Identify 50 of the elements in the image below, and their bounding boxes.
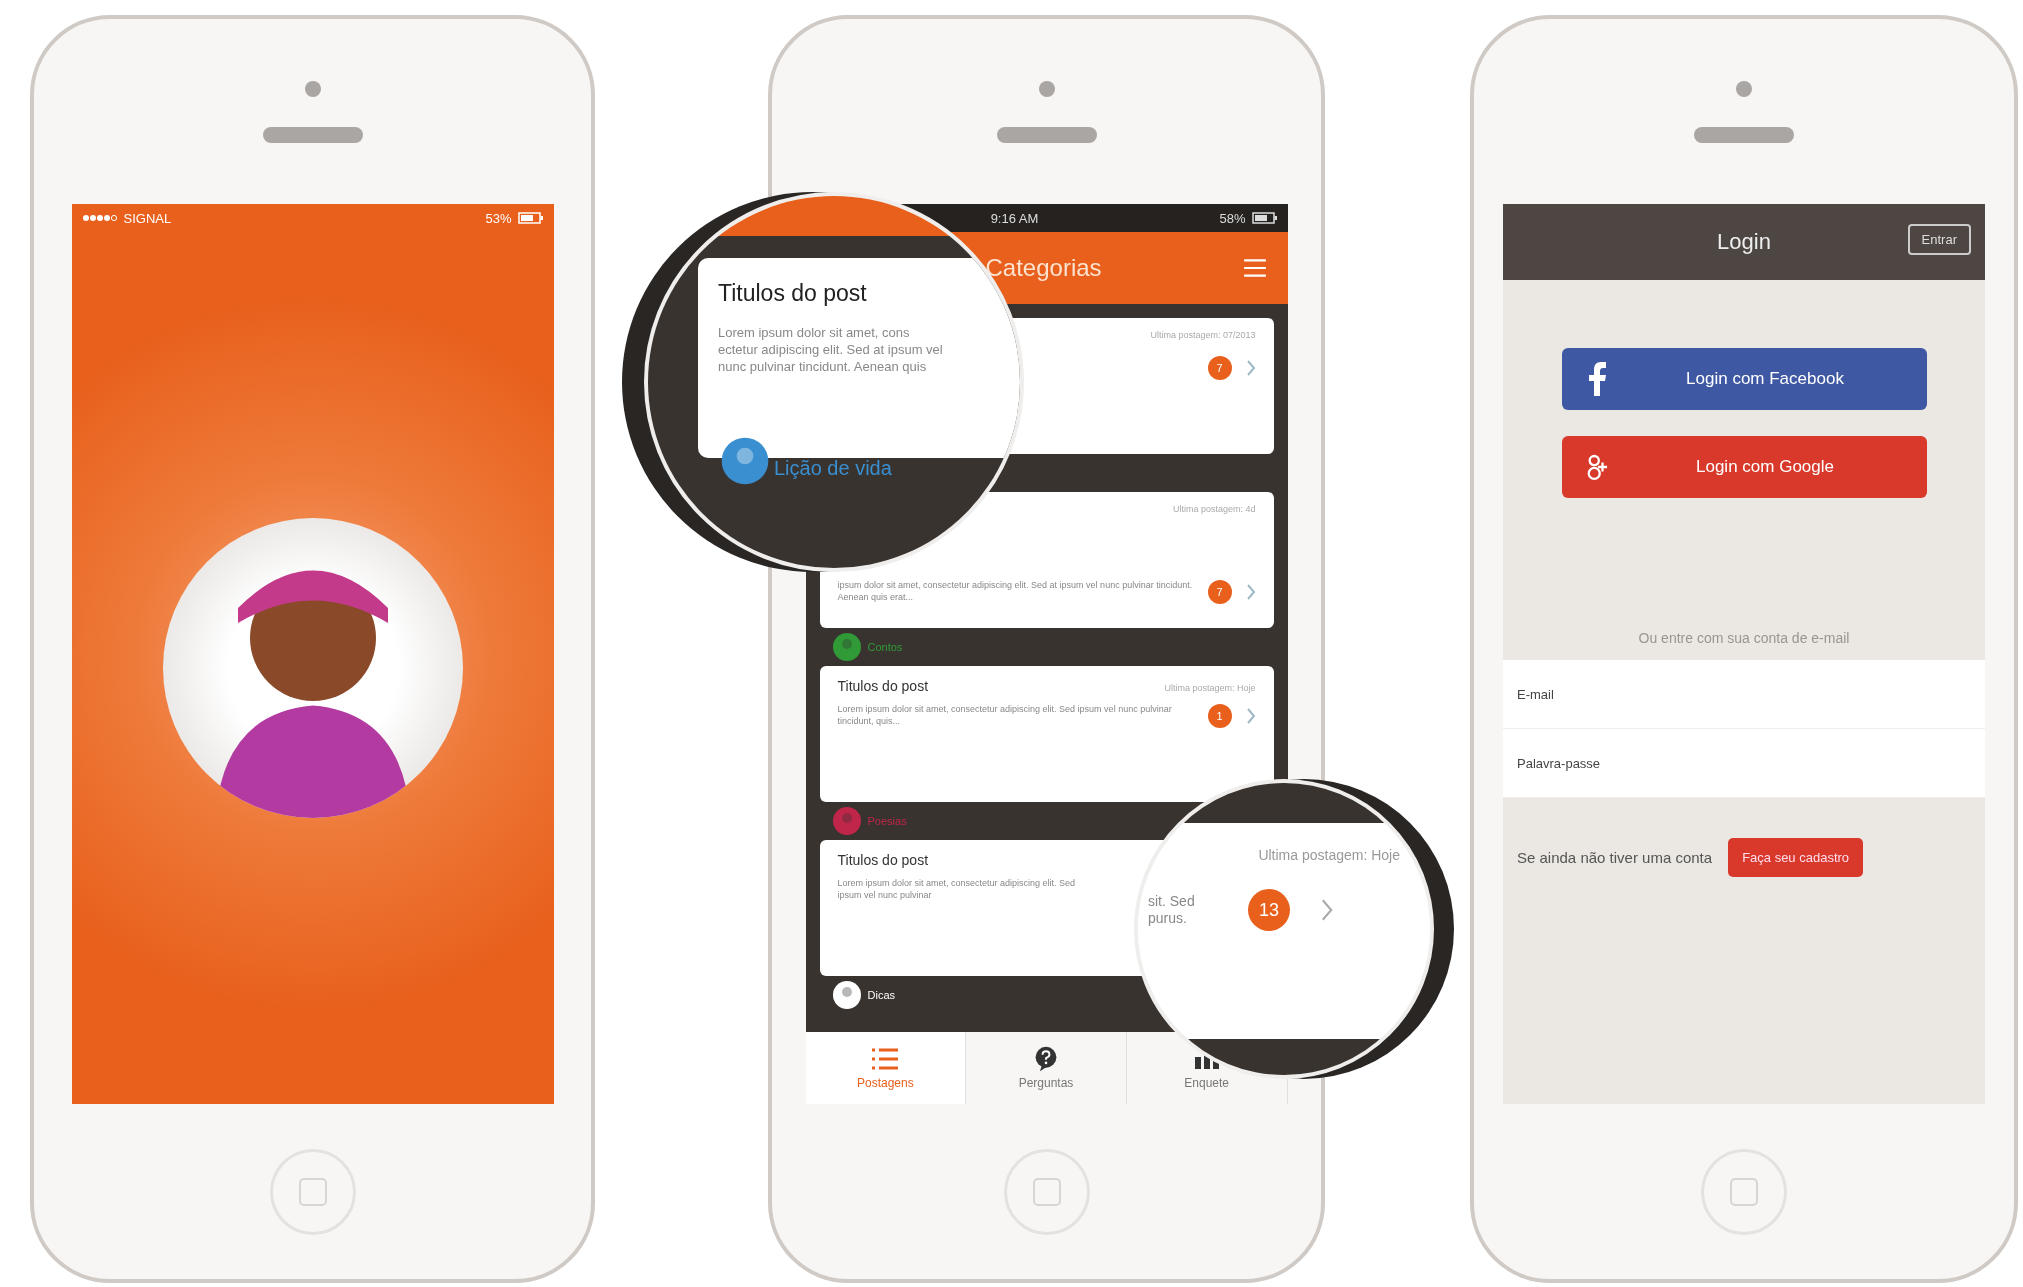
chevron-right-icon[interactable] (1245, 359, 1256, 377)
chevron-right-icon[interactable] (1245, 707, 1256, 725)
post-excerpt: ipsum dolor sit amet, consectetur adipiscing elit. Sed at ipsum vel nunc pulvinar tincidunt. Aenean quis erat... (837, 580, 1194, 604)
email-login-hint: Ou entre com sua conta de e-mail (1637, 629, 1851, 648)
category-label: Dicas (867, 989, 895, 1001)
camera-dot (304, 80, 321, 97)
camera-dot (1736, 80, 1752, 97)
menu-icon[interactable] (1241, 257, 1268, 279)
carrier-name: SIGNAL (123, 210, 172, 226)
camera-dot (1038, 80, 1055, 97)
tab[interactable]: Postagens (805, 1032, 967, 1104)
signal-icon (81, 214, 118, 222)
post-date: Ultima postagem: Hoje (1164, 683, 1256, 693)
post-date: Ultima postagem: 4d (1172, 504, 1256, 514)
home-button[interactable] (269, 1148, 356, 1235)
signup-prompt: Se ainda não tiver uma conta (1517, 849, 1713, 866)
battery-percent: 58% (1219, 210, 1246, 226)
home-button[interactable] (1003, 1148, 1090, 1235)
enter-button[interactable]: Entrar (1907, 224, 1971, 255)
field-label: Palavra-passe (1517, 755, 1602, 771)
post-title: Titulos do post (837, 678, 929, 694)
signup-button[interactable]: Faça seu cadastro (1728, 838, 1864, 877)
category-label: Lição de vida (774, 456, 892, 480)
count-badge: 7 (1207, 580, 1232, 604)
header-title: Login (1717, 229, 1771, 255)
category-label: Contos (867, 641, 903, 653)
chevron-right-icon[interactable] (1245, 583, 1256, 601)
header-title: Categorias (985, 254, 1103, 282)
count-badge: 13 (1248, 889, 1290, 931)
post-excerpt: sit. Sed purus. (1148, 893, 1196, 927)
battery-icon (1251, 212, 1278, 224)
count-badge: 7 (1207, 356, 1232, 380)
chevron-right-icon[interactable] (1320, 897, 1334, 923)
google-login-button[interactable]: Login com Google (1561, 436, 1927, 498)
post-title: Titulos do post (718, 280, 868, 307)
category-label: Poesias (867, 815, 907, 827)
post-excerpt: Lorem ipsum dolor sit amet, consectetur adipiscing elit. Sed ipsum vel nunc pulvinar (837, 878, 1077, 902)
field-label: E-mail (1517, 686, 1555, 702)
tab[interactable]: Perguntas (966, 1032, 1127, 1104)
count-badge: 1 (1207, 704, 1232, 728)
status-time: 9:16 AM (990, 210, 1039, 226)
post-card[interactable]: Titulos do post Ultima postagem: Hoje Lorem ipsum dolor sit amet, consectetur adipiscing elit. Sed ipsum vel nunc pulvinar tincidunt, quis... 1 (819, 666, 1274, 802)
facebook-login-button[interactable]: Login com Facebook (1561, 348, 1927, 410)
post-title: Titulos do post (837, 852, 929, 868)
home-button[interactable] (1701, 1148, 1787, 1235)
post-excerpt: Lorem ipsum dolor sit amet, consectetur adipiscing elit. Sed ipsum vel nunc pulvinar tincidunt, quis... (837, 704, 1173, 728)
post-date: Ultima postagem: 07/2013 (1150, 330, 1256, 340)
battery-icon (517, 212, 544, 224)
list-icon (870, 1046, 901, 1072)
battery-percent: 53% (485, 210, 512, 226)
